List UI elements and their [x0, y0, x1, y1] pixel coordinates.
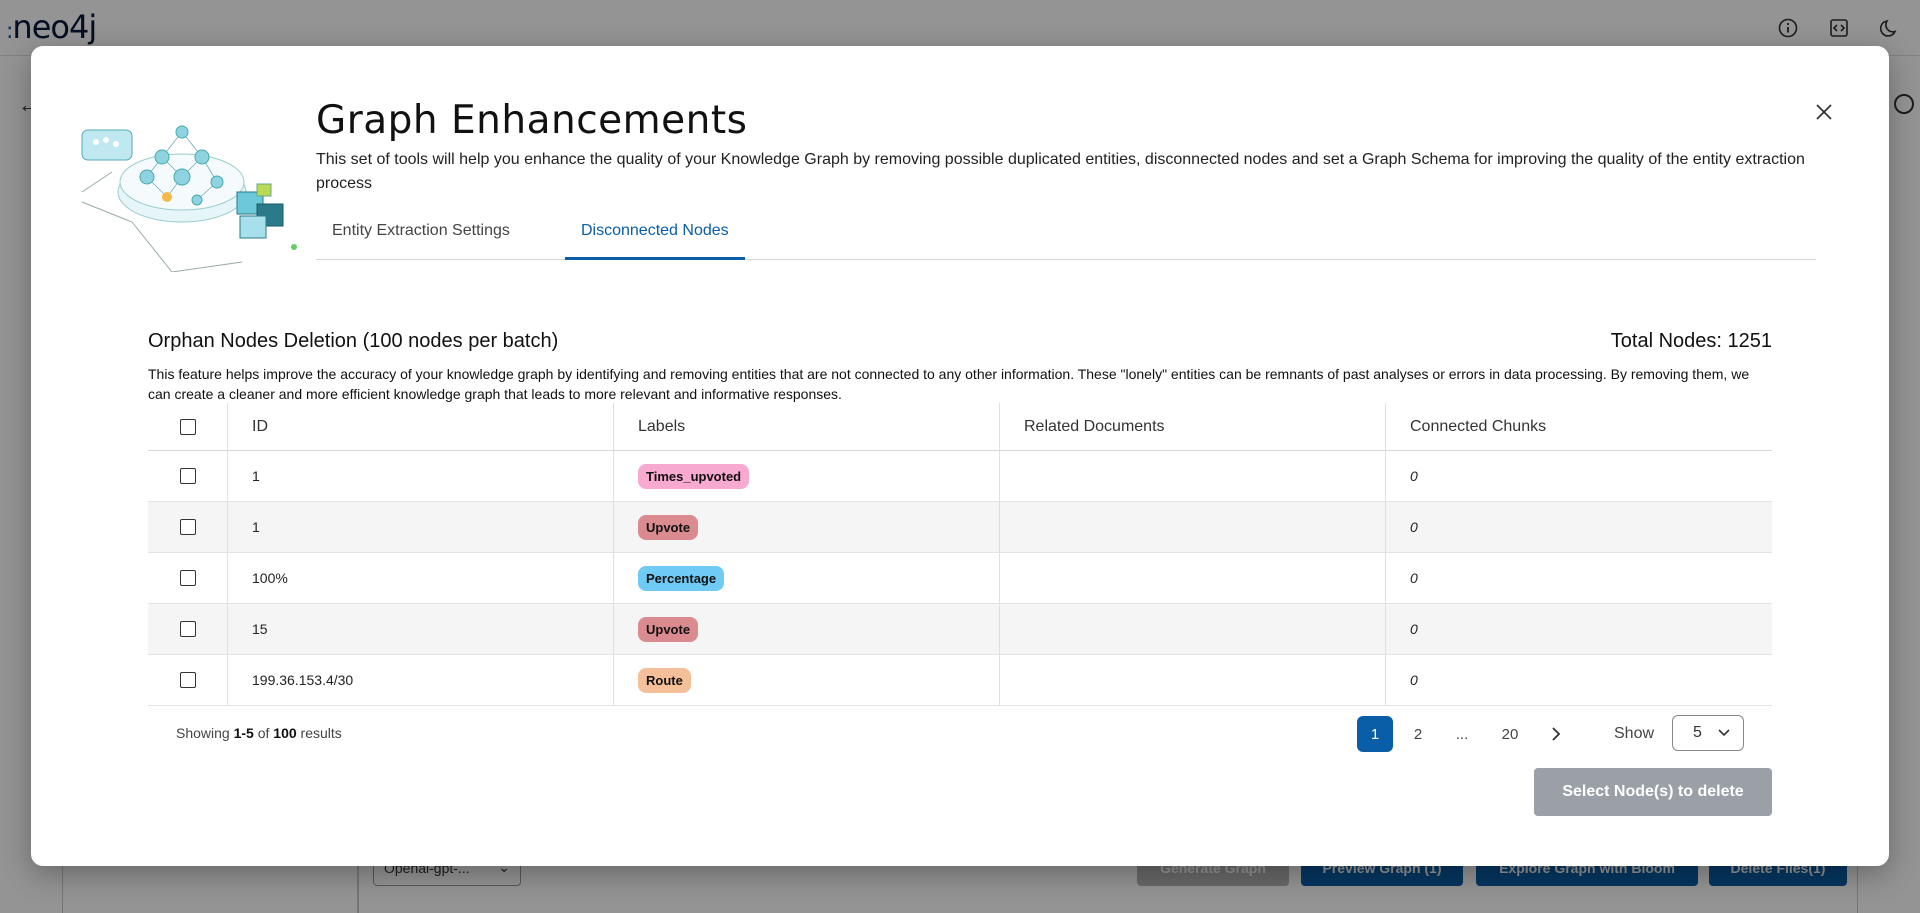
total-nodes: Total Nodes: 1251	[1610, 330, 1772, 352]
tab-entity-extraction-settings[interactable]: Entity Extraction Settings	[316, 214, 526, 260]
header-related-documents[interactable]: Related Documents	[1000, 403, 1386, 450]
row-checkbox[interactable]	[179, 621, 196, 637]
orphan-nodes-table: ID Labels Related Documents Connected Ch…	[148, 403, 1772, 706]
page-size-label: Show	[1614, 725, 1655, 742]
cell-labels: Times_upvoted	[614, 451, 1000, 501]
label-badge: Upvote	[638, 616, 699, 642]
page-button-2[interactable]: 2	[1400, 716, 1436, 752]
chevron-right-icon	[1552, 727, 1561, 741]
table-row: 100% Percentage 0	[148, 553, 1772, 604]
cell-id: 1	[228, 451, 614, 501]
cell-labels: Percentage	[614, 553, 1000, 603]
page-button-1[interactable]: 1	[1357, 716, 1393, 752]
showing-suffix: results	[300, 725, 342, 741]
cell-connected-chunks: 0	[1410, 519, 1418, 535]
showing-of: of	[257, 725, 270, 741]
header-id[interactable]: ID	[228, 403, 614, 450]
row-checkbox[interactable]	[179, 519, 196, 535]
cell-labels: Route	[614, 655, 1000, 705]
modal-title: Graph Enhancements	[316, 98, 748, 143]
section-title: Orphan Nodes Deletion (100 nodes per bat…	[148, 330, 559, 352]
cell-connected-chunks: 0	[1410, 570, 1418, 586]
row-checkbox[interactable]	[179, 468, 196, 484]
row-select-cell	[148, 502, 228, 552]
showing-total: 100	[273, 725, 297, 741]
label-badge: Route	[638, 667, 691, 693]
cell-labels: Upvote	[614, 502, 1000, 552]
label-badge: Upvote	[638, 514, 699, 540]
table-row: 15 Upvote 0	[148, 604, 1772, 655]
modal-subtitle: This set of tools will help you enhance …	[316, 151, 1805, 192]
row-select-cell	[148, 553, 228, 603]
close-icon	[1816, 104, 1832, 120]
cell-related-documents	[1000, 451, 1386, 501]
table-row: 1 Upvote 0	[148, 502, 1772, 553]
section-description: This feature helps improve the accuracy …	[148, 366, 1750, 402]
page-size-select[interactable]: 5	[1672, 715, 1744, 751]
cell-labels: Upvote	[614, 604, 1000, 654]
cell-id: 199.36.153.4/30	[228, 655, 614, 705]
showing-prefix: Showing	[176, 725, 230, 741]
label-badge: Times_upvoted	[638, 463, 750, 489]
graph-illustration	[81, 125, 297, 272]
cell-related-documents	[1000, 553, 1386, 603]
page-size-value: 5	[1693, 724, 1702, 741]
close-button[interactable]	[1810, 98, 1838, 126]
page-button-20[interactable]: 20	[1492, 716, 1528, 752]
cell-related-documents	[1000, 655, 1386, 705]
tab-bar: Entity Extraction Settings Disconnected …	[316, 214, 1816, 260]
label-badge: Percentage	[638, 565, 725, 591]
table-row: 199.36.153.4/30 Route 0	[148, 655, 1772, 706]
chevron-down-icon	[1718, 729, 1730, 737]
results-summary: Showing 1-5 of 100 results	[176, 725, 342, 741]
cell-connected-chunks: 0	[1410, 621, 1418, 637]
cell-related-documents	[1000, 502, 1386, 552]
delete-nodes-button[interactable]: Select Node(s) to delete	[1534, 768, 1772, 816]
row-select-cell	[148, 655, 228, 705]
cell-id: 1	[228, 502, 614, 552]
table-row: 1 Times_upvoted 0	[148, 451, 1772, 502]
next-page-button[interactable]	[1538, 716, 1574, 752]
select-all-checkbox[interactable]	[179, 418, 196, 435]
row-checkbox[interactable]	[179, 672, 196, 688]
page-ellipsis: ...	[1455, 725, 1469, 743]
header-labels[interactable]: Labels	[614, 403, 1000, 450]
row-select-cell	[148, 604, 228, 654]
cell-connected-chunks: 0	[1410, 672, 1418, 688]
cell-id: 15	[228, 604, 614, 654]
header-connected-chunks[interactable]: Connected Chunks	[1386, 403, 1772, 450]
table-header: ID Labels Related Documents Connected Ch…	[148, 403, 1772, 451]
showing-range: 1-5	[233, 725, 254, 741]
cell-related-documents	[1000, 604, 1386, 654]
row-select-cell	[148, 451, 228, 501]
cell-id: 100%	[228, 553, 614, 603]
cell-connected-chunks: 0	[1410, 468, 1418, 484]
row-checkbox[interactable]	[179, 570, 196, 586]
tab-disconnected-nodes[interactable]: Disconnected Nodes	[565, 214, 745, 260]
select-all-cell	[148, 403, 228, 450]
